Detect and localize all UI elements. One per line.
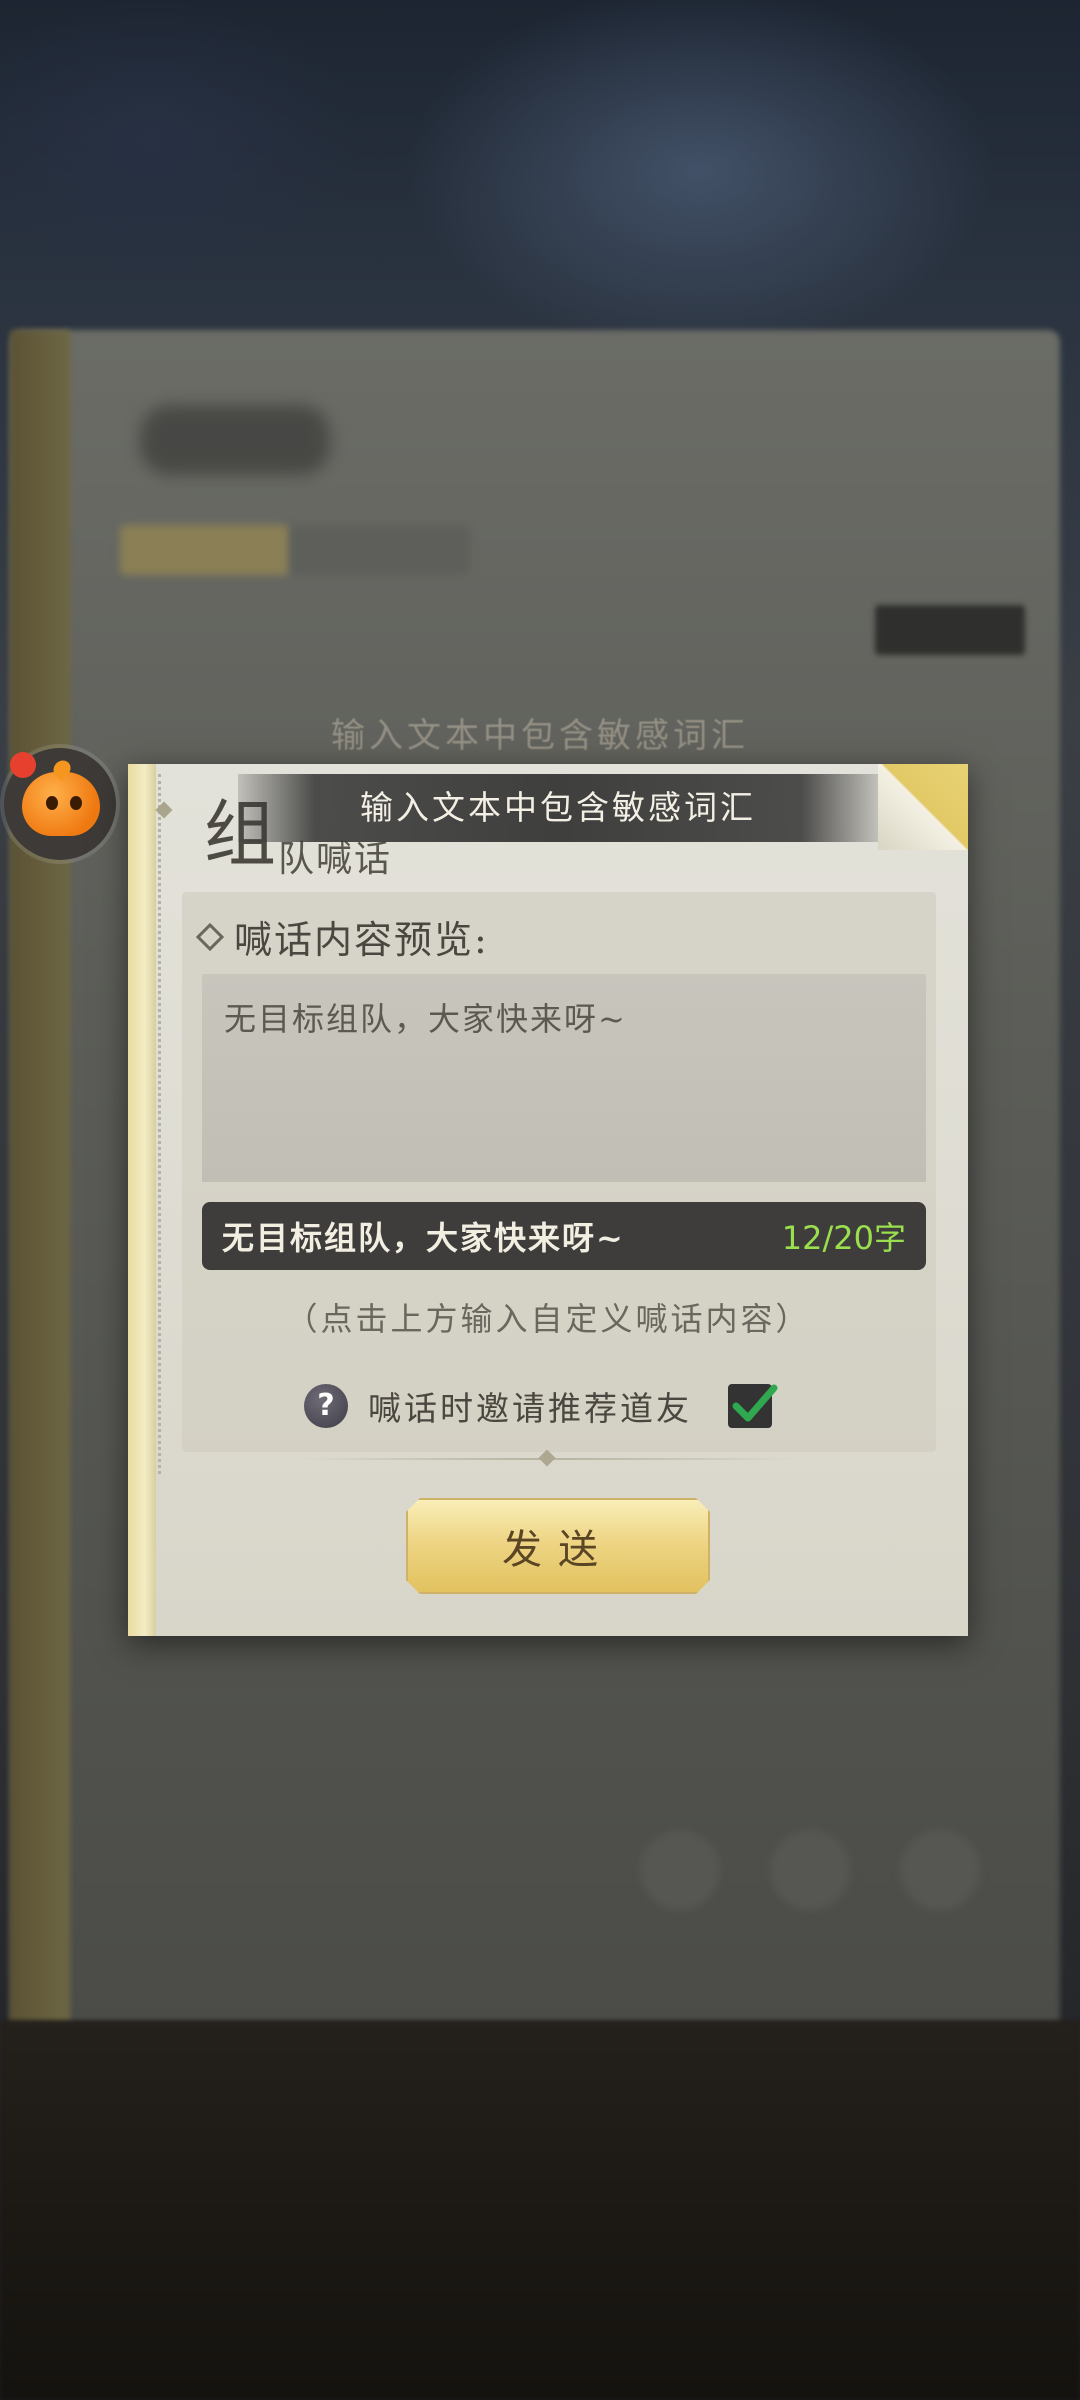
background-button — [875, 605, 1025, 655]
background-bottom-area — [0, 2020, 1080, 2400]
send-button[interactable]: 发送 — [406, 1498, 710, 1594]
orange-mascot-icon — [22, 772, 100, 836]
close-corner-button[interactable] — [878, 764, 968, 850]
shout-input-value[interactable]: 无目标组队，大家快来呀~ — [222, 1213, 625, 1259]
mascot-eye — [70, 796, 82, 810]
help-icon[interactable]: ? — [304, 1384, 348, 1428]
preview-label-text: 喊话内容预览: — [234, 918, 489, 962]
floating-assistant-button[interactable] — [4, 748, 116, 860]
dialog-page-edge — [128, 764, 156, 1636]
shout-input-field[interactable]: 无目标组队，大家快来呀~ 12/20字 — [202, 1202, 926, 1270]
diamond-bullet-icon — [195, 922, 225, 952]
divider-ornament — [538, 1449, 556, 1467]
background-book-spine — [10, 330, 70, 2030]
char-counter: 12/20字 — [781, 1219, 906, 1257]
invite-label: 喊话时邀请推荐道友 — [368, 1389, 692, 1428]
invite-option-row: ? 喊话时邀请推荐道友 — [304, 1379, 778, 1433]
background-icon — [770, 1830, 850, 1910]
notification-dot — [10, 752, 36, 778]
invite-checkbox[interactable] — [728, 1384, 778, 1428]
background-icon — [640, 1830, 720, 1910]
sensitive-words-toast: 输入文本中包含敏感词汇 — [238, 774, 878, 842]
background-tab-active — [120, 525, 290, 575]
background-tab — [290, 525, 470, 575]
preview-section-label: 喊话内容预览: — [195, 909, 489, 964]
background-icon — [900, 1830, 980, 1910]
mascot-eye — [46, 796, 58, 810]
team-shout-dialog: 组 队喊话 喊话内容预览: 无目标组队，大家快来呀~ 无目标组队，大家快来呀~ … — [128, 764, 968, 1636]
checkmark-icon — [732, 1384, 778, 1422]
background-toast-ghost: 输入文本中包含敏感词汇 — [331, 716, 749, 756]
input-hint: （点击上方输入自定义喊话内容） — [285, 1300, 811, 1338]
preview-box: 无目标组队，大家快来呀~ — [202, 974, 926, 1182]
background-title — [140, 405, 330, 475]
dialog-dotted-line — [158, 774, 161, 1474]
